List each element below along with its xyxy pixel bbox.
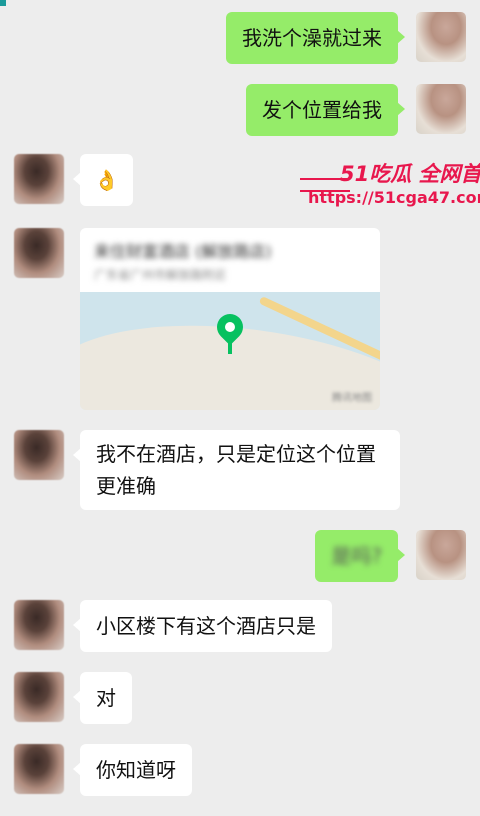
map-preview: 腾讯地图 bbox=[80, 292, 380, 410]
message-row-incoming: 我不在酒店，只是定位这个位置更准确 bbox=[0, 430, 480, 510]
message-bubble[interactable]: 你知道呀 bbox=[73, 744, 192, 796]
contact-avatar[interactable] bbox=[14, 672, 64, 722]
location-address: 广东省广州市解放路附近 bbox=[94, 268, 227, 282]
location-title: 来住财富酒店 (解放路店) bbox=[94, 242, 272, 261]
message-row-incoming: 你知道呀 bbox=[0, 744, 480, 796]
blurred-text: 是吗? bbox=[331, 544, 382, 568]
message-bubble[interactable]: 我洗个澡就过来 bbox=[226, 12, 405, 64]
message-bubble[interactable]: 小区楼下有这个酒店只是 bbox=[73, 600, 332, 652]
map-provider-logo: 腾讯地图 bbox=[332, 393, 372, 404]
location-pin-tail bbox=[228, 338, 232, 354]
watermark: 51吃瓜 全网首发 https://51cga47.com bbox=[300, 158, 480, 218]
contact-avatar[interactable] bbox=[14, 228, 64, 278]
message-row-incoming: 对 bbox=[0, 672, 480, 724]
location-card[interactable]: 来住财富酒店 (解放路店) 广东省广州市解放路附近 腾讯地图 bbox=[80, 228, 380, 410]
message-bubble[interactable]: 对 bbox=[73, 672, 132, 724]
message-bubble[interactable]: 我不在酒店，只是定位这个位置更准确 bbox=[73, 430, 400, 510]
message-row-outgoing: 我洗个澡就过来 bbox=[0, 12, 480, 64]
message-bubble[interactable]: 发个位置给我 bbox=[246, 84, 405, 136]
my-avatar[interactable] bbox=[416, 530, 466, 580]
contact-avatar[interactable] bbox=[14, 744, 64, 794]
contact-avatar[interactable] bbox=[14, 430, 64, 480]
watermark-brand: 51吃瓜 全网首发 bbox=[340, 162, 480, 186]
message-row-incoming: 小区楼下有这个酒店只是 bbox=[0, 600, 480, 652]
contact-avatar[interactable] bbox=[14, 600, 64, 650]
my-avatar[interactable] bbox=[416, 12, 466, 62]
corner-marker bbox=[0, 0, 6, 6]
message-row-outgoing: 是吗? bbox=[0, 530, 480, 582]
message-row-outgoing: 发个位置给我 bbox=[0, 84, 480, 136]
watermark-url: https://51cga47.com bbox=[308, 188, 480, 207]
my-avatar[interactable] bbox=[416, 84, 466, 134]
contact-avatar[interactable] bbox=[14, 154, 64, 204]
message-bubble[interactable]: 是吗? bbox=[315, 530, 405, 582]
message-bubble[interactable]: 👌 bbox=[73, 154, 133, 206]
